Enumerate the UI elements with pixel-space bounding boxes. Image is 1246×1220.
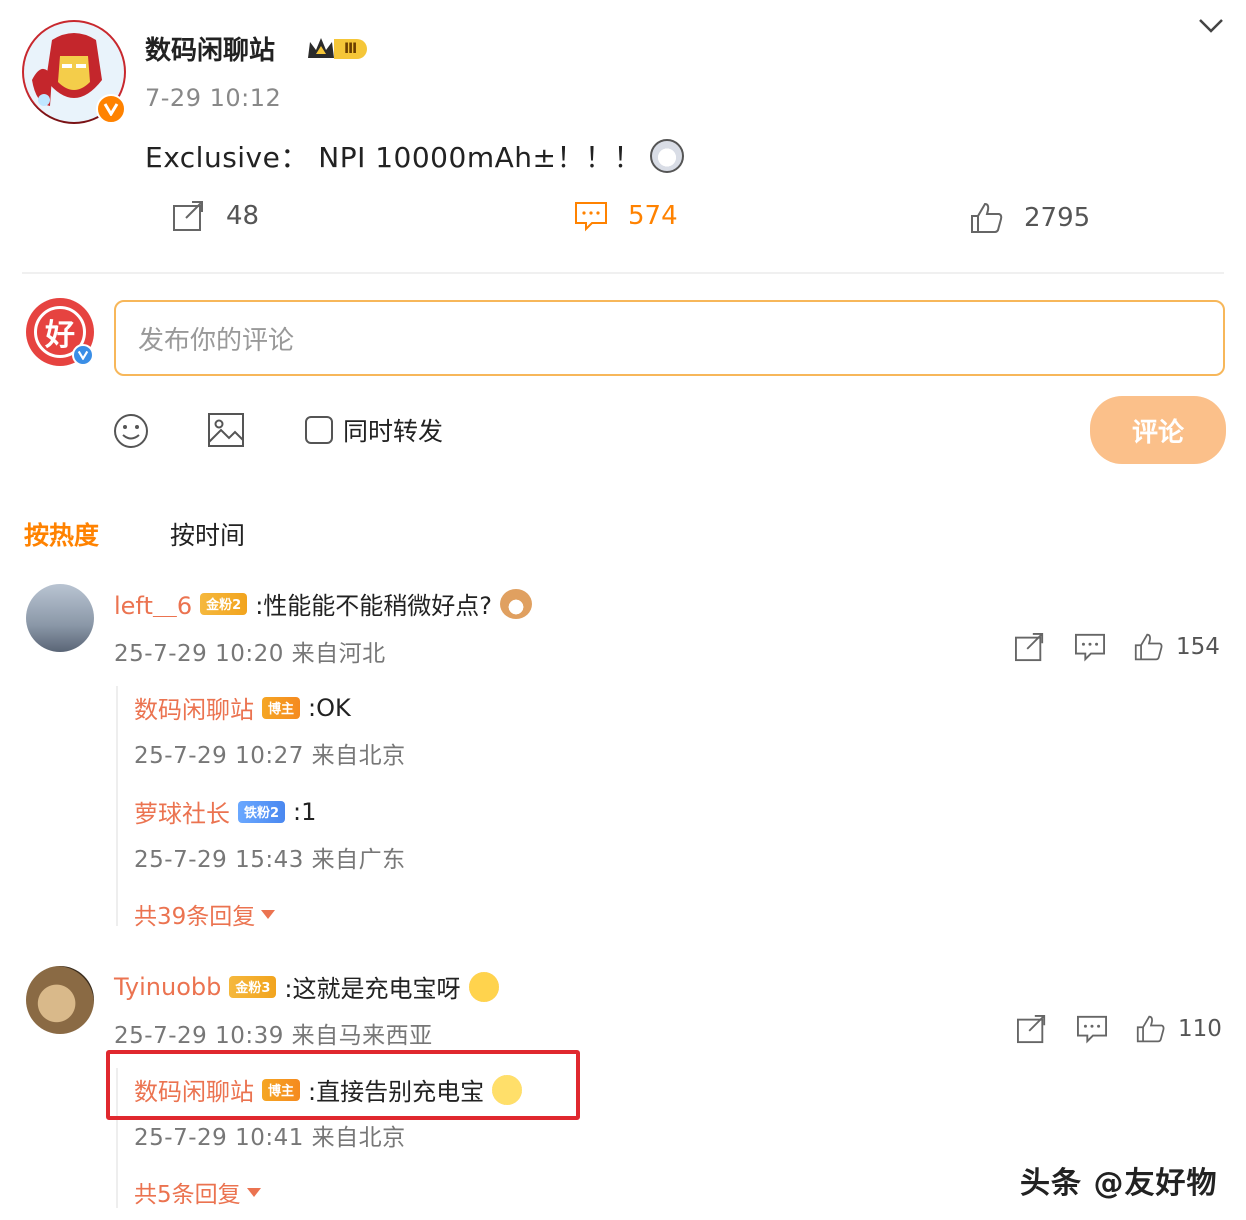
fan-badge: 金粉2 (200, 592, 248, 615)
more-replies-label: 共5条回复 (134, 1182, 241, 1208)
dizzy-emoji-icon (468, 971, 499, 1002)
highlight-box (106, 1050, 580, 1120)
more-replies-link[interactable]: 共39条回复 (134, 897, 276, 931)
tab-sort-hot[interactable]: 按热度 (24, 516, 99, 552)
reply-meta: 25-7-29 15:43 来自广东 (134, 847, 406, 873)
comment-header: left＿6 金粉2 :性能能不能稍微好点? (114, 586, 533, 621)
cat-emoji-icon (500, 588, 533, 619)
thumbs-up-icon (1136, 1015, 1165, 1043)
fan-badge: 铁粉2 (238, 800, 286, 823)
reply-text: :OK (308, 693, 351, 722)
comment-icon (575, 202, 607, 232)
thumbs-up-icon (971, 202, 1003, 233)
commenter-avatar[interactable] (26, 966, 94, 1034)
comment-icon[interactable] (1074, 632, 1106, 662)
submit-comment-button[interactable]: 评论 (1090, 396, 1226, 464)
repost-icon[interactable] (1016, 1014, 1048, 1044)
post-author-name[interactable]: 数码闲聊站 (145, 30, 275, 67)
comment-username[interactable]: left＿6 (114, 586, 192, 621)
comment-input[interactable]: 发布你的评论 (114, 300, 1225, 376)
reply-meta: 25-7-29 10:41 来自北京 (134, 1125, 406, 1151)
comment-like[interactable]: 154 (1134, 632, 1220, 662)
repost-checkbox[interactable] (305, 416, 333, 444)
repost-icon (173, 201, 203, 231)
comment-count: 574 (628, 201, 678, 231)
post-text-content: Exclusive： NPI 10000mAh±！！！ (145, 141, 642, 174)
comment-like-count: 154 (1176, 634, 1220, 660)
reply-header: 萝球社长 铁粉2 :1 (134, 794, 316, 829)
laughing-emoji-icon (649, 139, 684, 173)
comment-like-count: 110 (1178, 1016, 1222, 1042)
author-badge: 博主 (262, 696, 301, 719)
more-replies-label: 共39条回复 (134, 904, 256, 930)
like-count: 2795 (1024, 203, 1091, 233)
my-avatar[interactable]: 好 (26, 298, 94, 366)
comment-action[interactable]: 574 (574, 200, 678, 232)
comment-like[interactable]: 110 (1136, 1014, 1222, 1044)
reply-meta: 25-7-29 10:27 来自北京 (134, 743, 406, 769)
author-avatar[interactable] (22, 20, 126, 124)
repost-action[interactable]: 48 (172, 200, 259, 232)
repost-count: 48 (226, 201, 260, 231)
comment-text: :这就是充电宝呀 (284, 975, 461, 1003)
thumbs-up-icon (1134, 633, 1163, 661)
comment-meta: 25-7-29 10:39 来自马来西亚 (114, 1023, 433, 1049)
comment-text: :性能能不能稍微好点? (255, 592, 493, 620)
caret-down-icon (261, 909, 276, 919)
reply-header: 数码闲聊站 博主 :OK (134, 690, 351, 725)
watermark: 头条 @友好物 (1020, 1166, 1218, 1201)
fan-badge: 金粉3 (229, 975, 277, 998)
comment-icon[interactable] (1076, 1014, 1108, 1044)
level-label: Ⅲ (334, 39, 368, 59)
comment-actions: 154 (1014, 632, 1220, 662)
emoji-icon[interactable] (112, 412, 150, 450)
reply-username[interactable]: 萝球社长 (134, 794, 230, 829)
tab-sort-time[interactable]: 按时间 (170, 516, 245, 552)
reply-username[interactable]: 数码闲聊站 (134, 690, 254, 725)
reply-text: :1 (293, 797, 317, 826)
caret-down-icon (246, 1187, 261, 1197)
section-divider (22, 272, 1224, 274)
post-time: 7-29 10:12 (145, 84, 282, 112)
reply-thread-bar (116, 686, 118, 926)
commenter-avatar[interactable] (26, 584, 94, 652)
chevron-down-icon[interactable] (1196, 16, 1226, 36)
crown-icon (308, 38, 334, 58)
post-text: Exclusive： NPI 10000mAh±！！！ (145, 136, 684, 176)
comment-header: Tyinuobb 金粉3 :这就是充电宝呀 (114, 969, 499, 1004)
comment-actions: 110 (1016, 1014, 1222, 1044)
repost-checkbox-label: 同时转发 (343, 417, 444, 446)
comment-username[interactable]: Tyinuobb (114, 973, 221, 1001)
comment-placeholder: 发布你的评论 (138, 325, 295, 356)
level-badge: Ⅲ (306, 36, 368, 62)
image-icon[interactable] (207, 412, 245, 448)
more-replies-link[interactable]: 共5条回复 (134, 1175, 261, 1209)
repost-icon[interactable] (1014, 632, 1046, 662)
like-action[interactable]: 2795 (970, 202, 1090, 234)
verified-badge-icon (72, 344, 94, 366)
verified-badge-icon (96, 94, 126, 124)
comment-meta: 25-7-29 10:20 来自河北 (114, 641, 386, 667)
repost-checkbox-row[interactable]: 同时转发 (305, 412, 443, 448)
